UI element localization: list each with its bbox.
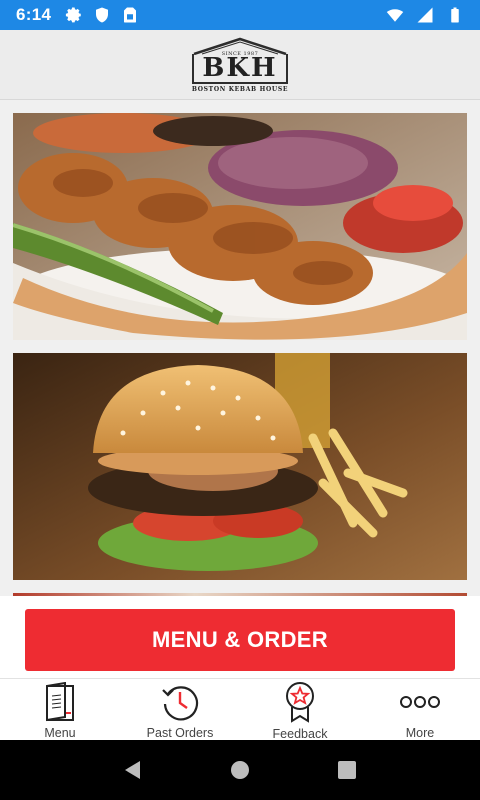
status-bar: 6:14 [0, 0, 480, 30]
menu-book-icon [39, 681, 81, 722]
app-header: SINCE 1987 BKH BOSTON KEBAB HOUSE [0, 30, 480, 100]
logo-letters: BKH [202, 52, 278, 83]
status-time: 6:14 [16, 5, 52, 24]
history-clock-icon [159, 681, 201, 722]
status-right-icons [386, 6, 464, 24]
cta-area: MENU & ORDER [0, 596, 480, 678]
shield-icon [96, 7, 109, 23]
award-ribbon-icon [279, 681, 321, 723]
tab-menu-label: Menu [44, 726, 76, 740]
content-scroll-area[interactable] [0, 100, 480, 596]
logo-box: BKH [191, 52, 288, 84]
burger-image[interactable] [13, 353, 467, 580]
logo-since-text: SINCE 1987 [221, 50, 259, 57]
recents-icon[interactable] [336, 759, 358, 781]
tab-more[interactable]: More [360, 679, 480, 740]
bottom-tab-bar: Menu Past Orders Feedback More [0, 678, 480, 741]
tab-feedback[interactable]: Feedback [240, 679, 360, 741]
logo-subtitle: BOSTON KEBAB HOUSE [191, 85, 289, 93]
status-left-icons [65, 6, 139, 24]
tab-past-orders-label: Past Orders [146, 726, 214, 740]
more-dots-icon [399, 681, 441, 722]
brand-logo: SINCE 1987 BKH BOSTON KEBAB HOUSE [192, 37, 288, 93]
gear-icon [66, 7, 81, 23]
wifi-icon [386, 9, 404, 22]
tab-feedback-label: Feedback [272, 727, 328, 741]
battery-icon [451, 7, 459, 23]
tab-past-orders[interactable]: Past Orders [120, 679, 240, 740]
kebab-plate-image[interactable] [13, 113, 467, 340]
system-nav-bar [0, 740, 480, 800]
home-icon[interactable] [229, 759, 251, 781]
sim-card-icon [124, 7, 137, 23]
tab-menu[interactable]: Menu [0, 679, 120, 740]
back-icon[interactable] [122, 759, 144, 781]
signal-icon [417, 7, 433, 23]
menu-order-button[interactable]: MENU & ORDER [25, 609, 455, 671]
tab-more-label: More [405, 726, 435, 740]
